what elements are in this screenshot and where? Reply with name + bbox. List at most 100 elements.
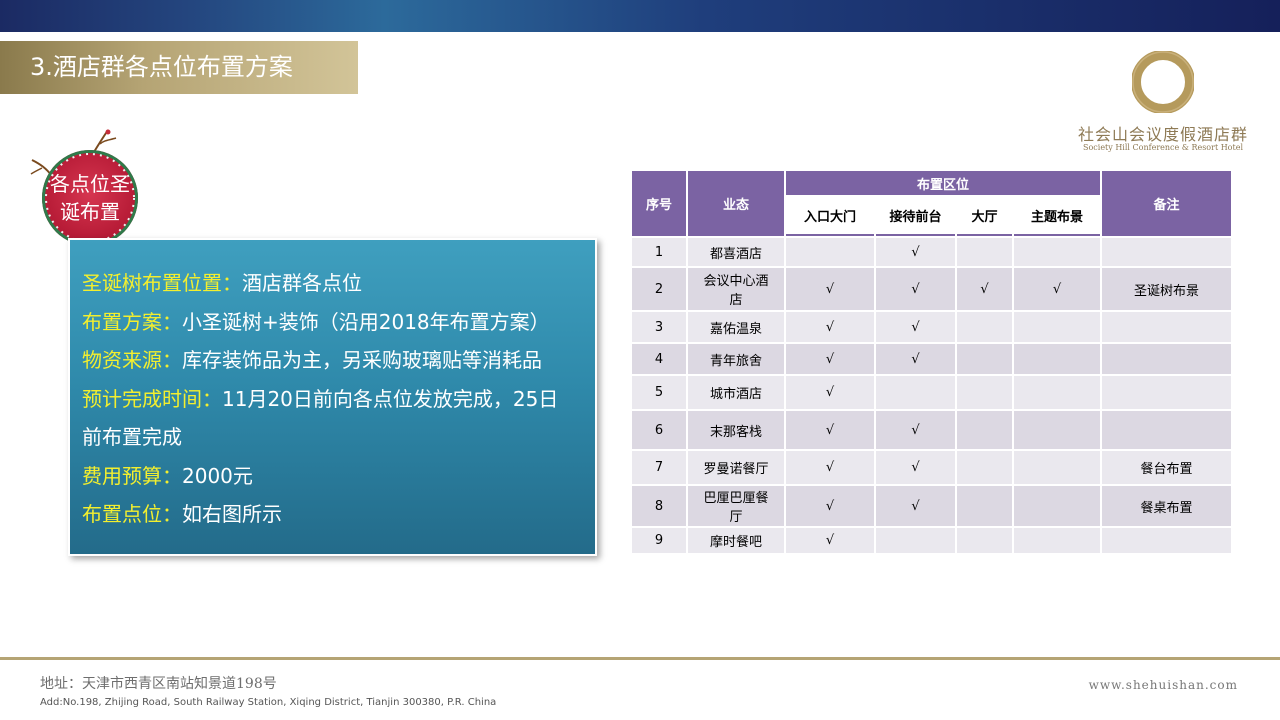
badge-line-1: 各点位圣 xyxy=(50,172,130,196)
info-value: 小圣诞树+装饰（沿用2018年布置方案） xyxy=(182,309,550,334)
row-seq: 9 xyxy=(632,528,686,553)
row-reception xyxy=(876,528,955,553)
table-row: 3 嘉佑温泉 √ √ xyxy=(632,312,1231,342)
row-seq: 6 xyxy=(632,411,686,449)
info-value: 前布置完成 xyxy=(82,425,182,449)
table-row: 1 都喜酒店 √ xyxy=(632,238,1231,266)
info-key: 费用预算： xyxy=(82,463,182,488)
table-row: 8 巴厘巴厘餐厅 √ √ 餐桌布置 xyxy=(632,486,1231,526)
info-line: 物资来源：库存装饰品为主，另采购玻璃贴等消耗品 xyxy=(82,341,592,380)
info-value: 库存装饰品为主，另采购玻璃贴等消耗品 xyxy=(182,348,542,372)
brand-name-cn: 社会山会议度假酒店群 xyxy=(1077,125,1248,144)
row-business: 巴厘巴厘餐厅 xyxy=(688,486,784,526)
row-seq: 1 xyxy=(632,238,686,266)
row-lobby: √ xyxy=(957,268,1012,310)
row-business: 城市酒店 xyxy=(688,376,784,409)
header-business: 业态 xyxy=(688,171,784,236)
row-seq: 8 xyxy=(632,486,686,526)
header-area-group: 布置区位 xyxy=(786,171,1100,195)
row-theme xyxy=(1014,486,1100,526)
info-key: 物资来源： xyxy=(82,348,182,372)
section-title: 3.酒店群各点位布置方案 xyxy=(30,53,293,81)
footer-address-en: Add:No.198, Zhijing Road, South Railway … xyxy=(40,697,497,708)
hotel-logo-icon xyxy=(1132,51,1194,113)
row-entrance: √ xyxy=(786,344,874,374)
section-title-bar: 3.酒店群各点位布置方案 xyxy=(0,41,358,94)
row-reception: √ xyxy=(876,411,955,449)
table-row: 5 城市酒店 √ xyxy=(632,376,1231,409)
row-business: 摩时餐吧 xyxy=(688,528,784,553)
row-seq: 5 xyxy=(632,376,686,409)
table-row: 4 青年旅舍 √ √ xyxy=(632,344,1231,374)
header-lobby: 大厅 xyxy=(957,197,1012,236)
row-remark: 餐台布置 xyxy=(1102,451,1231,484)
row-reception: √ xyxy=(876,486,955,526)
row-remark xyxy=(1102,312,1231,342)
row-entrance: √ xyxy=(786,486,874,526)
info-lines: 圣诞树布置位置：酒店群各点位 布置方案：小圣诞树+装饰（沿用2018年布置方案）… xyxy=(82,264,592,534)
row-seq: 7 xyxy=(632,451,686,484)
row-business: 嘉佑温泉 xyxy=(688,312,784,342)
christmas-badge: 各点位圣 诞布置 xyxy=(42,150,138,246)
row-seq: 4 xyxy=(632,344,686,374)
row-theme xyxy=(1014,344,1100,374)
row-theme xyxy=(1014,376,1100,409)
row-seq: 3 xyxy=(632,312,686,342)
row-lobby xyxy=(957,376,1012,409)
row-remark xyxy=(1102,344,1231,374)
footer-website-link[interactable]: www.shehuishan.com xyxy=(1089,678,1238,692)
row-theme xyxy=(1014,238,1100,266)
row-remark xyxy=(1102,238,1231,266)
placement-table: 序号 业态 布置区位 备注 入口大门 接待前台 大厅 主题布景 1 都喜酒店 √ 2 会… xyxy=(630,169,1233,555)
info-value: 酒店群各点位 xyxy=(242,271,362,295)
row-reception: √ xyxy=(876,238,955,266)
row-theme xyxy=(1014,528,1100,553)
footer-divider xyxy=(0,657,1280,660)
header-theme: 主题布景 xyxy=(1014,197,1100,236)
row-theme xyxy=(1014,451,1100,484)
row-entrance: √ xyxy=(786,268,874,310)
row-reception xyxy=(876,376,955,409)
row-business: 都喜酒店 xyxy=(688,238,784,266)
row-lobby xyxy=(957,238,1012,266)
info-line: 预计完成时间：11月20日前向各点位发放完成，25日 xyxy=(82,380,592,419)
badge-line-2: 诞布置 xyxy=(60,200,120,224)
table-row: 7 罗曼诺餐厅 √ √ 餐台布置 xyxy=(632,451,1231,484)
info-key: 预计完成时间： xyxy=(82,386,222,411)
row-theme xyxy=(1014,312,1100,342)
table-row: 6 末那客栈 √ √ xyxy=(632,411,1231,449)
top-banner xyxy=(0,0,1280,32)
row-reception: √ xyxy=(876,312,955,342)
info-panel: 圣诞树布置位置：酒店群各点位 布置方案：小圣诞树+装饰（沿用2018年布置方案）… xyxy=(68,238,597,556)
row-business: 末那客栈 xyxy=(688,411,784,449)
row-lobby xyxy=(957,312,1012,342)
header-entrance: 入口大门 xyxy=(786,197,874,236)
info-key: 布置点位： xyxy=(82,502,182,526)
row-remark: 餐桌布置 xyxy=(1102,486,1231,526)
row-entrance xyxy=(786,238,874,266)
row-reception: √ xyxy=(876,451,955,484)
row-lobby xyxy=(957,451,1012,484)
info-line: 前布置完成 xyxy=(82,418,592,457)
header-seq: 序号 xyxy=(632,171,686,236)
row-business: 会议中心酒店 xyxy=(688,268,784,310)
row-entrance: √ xyxy=(786,528,874,553)
info-value: 如右图所示 xyxy=(182,502,282,526)
row-seq: 2 xyxy=(632,268,686,310)
header-remark: 备注 xyxy=(1102,171,1231,236)
row-business: 青年旅舍 xyxy=(688,344,784,374)
row-entrance: √ xyxy=(786,312,874,342)
row-reception: √ xyxy=(876,344,955,374)
badge-label: 各点位圣 诞布置 xyxy=(42,170,138,226)
row-lobby xyxy=(957,411,1012,449)
info-line: 圣诞树布置位置：酒店群各点位 xyxy=(82,264,592,303)
header-reception: 接待前台 xyxy=(876,197,955,236)
row-remark xyxy=(1102,528,1231,553)
row-entrance: √ xyxy=(786,411,874,449)
info-line: 布置点位：如右图所示 xyxy=(82,495,592,534)
row-theme: √ xyxy=(1014,268,1100,310)
row-entrance: √ xyxy=(786,376,874,409)
brand-name-en: Society Hill Conference & Resort Hotel xyxy=(1082,143,1244,152)
table-row: 2 会议中心酒店 √ √ √ √ 圣诞树布景 xyxy=(632,268,1231,310)
row-lobby xyxy=(957,486,1012,526)
